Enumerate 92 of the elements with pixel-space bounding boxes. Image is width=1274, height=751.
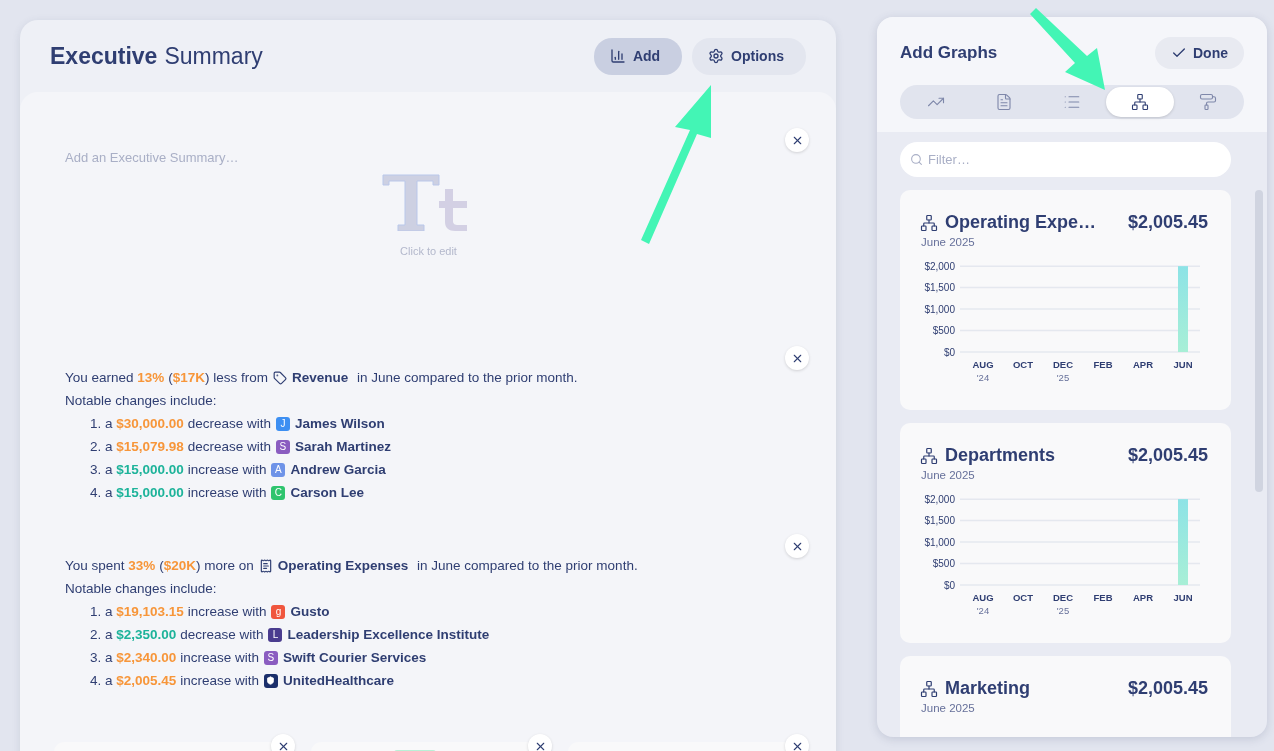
axis-label: OCT bbox=[1012, 359, 1034, 370]
graph-card[interactable]: Operating Expe… $2,005.45 June 2025 $0 $500 $1,000 $1,500 $2,000 AUG '24 OCT DEC '25 FEB APR JUN bbox=[900, 190, 1231, 410]
close-button[interactable] bbox=[271, 734, 295, 751]
close-button[interactable] bbox=[528, 734, 552, 751]
close-button[interactable] bbox=[785, 534, 809, 558]
hierarchy-icon bbox=[920, 213, 938, 232]
axis-label: $2,000 bbox=[924, 260, 955, 272]
close-button[interactable] bbox=[785, 734, 809, 751]
vendor-name: Leadership Excellence Institute bbox=[287, 627, 490, 642]
scrollbar[interactable] bbox=[1255, 190, 1263, 492]
insight-text: You spent 33% ($20K) more on bbox=[65, 558, 254, 573]
axis-label: FEB bbox=[1093, 359, 1113, 370]
vendor-name: Gusto bbox=[290, 604, 330, 619]
vendor-badge: S bbox=[275, 439, 290, 454]
edit-hint: Click to edit bbox=[400, 245, 457, 257]
vendor-name: Swift Courier Services bbox=[282, 650, 427, 665]
axis-label: $2,000 bbox=[924, 493, 955, 505]
list-icon bbox=[1063, 93, 1081, 111]
notable-label: Notable changes include: bbox=[65, 581, 217, 596]
change-text: 4. a $2,005.45 increase with bbox=[90, 673, 259, 688]
axis-label: AUG '24 bbox=[972, 592, 994, 616]
vendor-name: Sarah Martinez bbox=[294, 439, 391, 454]
search-icon bbox=[910, 153, 923, 166]
axis-label: $1,000 bbox=[924, 536, 955, 548]
notable-label: Notable changes include: bbox=[65, 393, 217, 408]
vendor-name: James Wilson bbox=[294, 416, 385, 431]
graph-card[interactable]: Departments $2,005.45 June 2025 $0 $500 $1,000 $1,500 $2,000 AUG '24 OCT DEC '25 FEB APR JUN bbox=[900, 423, 1231, 643]
axis-label: $1,000 bbox=[924, 303, 955, 315]
axis-label: APR bbox=[1132, 359, 1154, 370]
change-text: 1. a $30,000.00 decrease with bbox=[90, 416, 271, 431]
change-text: 2. a $15,079.98 decrease with bbox=[90, 439, 271, 454]
add-button[interactable]: Add bbox=[593, 37, 683, 75]
receipt-icon bbox=[258, 558, 273, 573]
axis-label: FEB bbox=[1093, 592, 1113, 603]
axis-label: $500 bbox=[932, 325, 955, 337]
axis-label: DEC '25 bbox=[1052, 592, 1074, 616]
page-title: Executive Summary bbox=[50, 42, 264, 70]
graph-period: June 2025 bbox=[921, 702, 976, 714]
graph-card[interactable]: Marketing $2,005.45 June 2025 bbox=[900, 656, 1231, 737]
close-button[interactable] bbox=[785, 346, 809, 370]
hierarchy-icon bbox=[920, 679, 938, 698]
change-text: 3. a $2,340.00 increase with bbox=[90, 650, 259, 665]
graph-title: Departments bbox=[945, 445, 1057, 466]
insight-text: You earned 13% ($17K) less from bbox=[65, 370, 268, 385]
change-text: 3. a $15,000.00 increase with bbox=[90, 462, 267, 477]
vendor-badge: L bbox=[268, 627, 283, 642]
document-icon bbox=[995, 93, 1013, 111]
change-text: 1. a $19,103.15 increase with bbox=[90, 604, 267, 619]
axis-label: JUN bbox=[1173, 592, 1193, 603]
axis-label: $1,500 bbox=[924, 282, 955, 294]
graph-value: $2,005.45 bbox=[1127, 678, 1208, 699]
panel-title: Add Graphs bbox=[900, 43, 998, 63]
graph-period: June 2025 bbox=[921, 469, 976, 481]
hierarchy-icon bbox=[1131, 93, 1149, 111]
vendor-name: UnitedHealthcare bbox=[282, 673, 394, 688]
axis-label: APR bbox=[1132, 592, 1154, 603]
axis-label: JUN bbox=[1173, 359, 1193, 370]
hierarchy-icon bbox=[920, 446, 938, 465]
vendor-badge: J bbox=[275, 416, 290, 431]
vendor-name: Andrew Garcia bbox=[290, 462, 386, 477]
graph-type-tab[interactable] bbox=[1106, 87, 1174, 117]
axis-label: $0 bbox=[943, 346, 955, 358]
insight-text: in June compared to the prior month. bbox=[356, 370, 578, 385]
options-button[interactable]: Options bbox=[692, 37, 806, 75]
change-text: 4. a $15,000.00 increase with bbox=[90, 485, 267, 500]
axis-label: OCT bbox=[1012, 592, 1034, 603]
vendor-name: Carson Lee bbox=[290, 485, 364, 500]
axis-label: $0 bbox=[943, 579, 955, 591]
graph-value: $2,005.45 bbox=[1127, 212, 1208, 233]
vendor-badge: g bbox=[271, 604, 286, 619]
insight-text: in June compared to the prior month. bbox=[416, 558, 638, 573]
vendor-badge: A bbox=[271, 462, 286, 477]
category-name: Operating Expenses bbox=[277, 558, 409, 573]
axis-label: $500 bbox=[932, 558, 955, 570]
paint-roller-icon bbox=[1199, 93, 1217, 111]
done-button[interactable]: Done bbox=[1155, 37, 1244, 69]
graph-period: June 2025 bbox=[921, 236, 976, 248]
category-name: Revenue bbox=[291, 370, 349, 385]
axis-label: $1,500 bbox=[924, 515, 955, 527]
graph-title: Marketing bbox=[945, 678, 1032, 699]
tag-icon bbox=[272, 370, 287, 385]
bar-chart-icon bbox=[609, 48, 626, 64]
vendor-badge: S bbox=[263, 650, 278, 665]
graph-title: Operating Expe… bbox=[945, 212, 1098, 233]
filter-field[interactable]: Filter… bbox=[900, 142, 1231, 177]
axis-label: AUG '24 bbox=[972, 359, 994, 383]
graph-value: $2,005.45 bbox=[1127, 445, 1208, 466]
vendor-badge: C bbox=[271, 485, 286, 500]
settings-icon bbox=[708, 48, 725, 64]
change-text: 2. a $2,350.00 decrease with bbox=[90, 627, 264, 642]
close-button[interactable] bbox=[785, 128, 809, 152]
axis-label: DEC '25 bbox=[1052, 359, 1074, 383]
